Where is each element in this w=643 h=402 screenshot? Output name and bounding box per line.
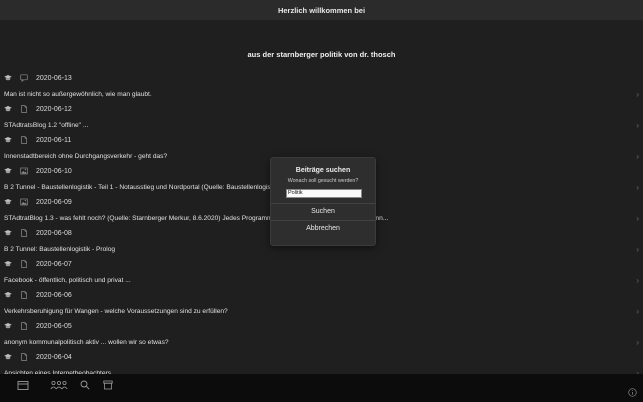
graduation-cap-icon — [4, 75, 12, 81]
entry-title-row[interactable]: STAdtratsBlog 1.2 "offline" ... › — [4, 120, 639, 130]
image-icon — [20, 167, 28, 175]
graduation-cap-icon — [4, 354, 12, 360]
entry-title: STAdtratsBlog 1.2 "offline" ... — [4, 121, 89, 129]
tab-search[interactable] — [76, 379, 94, 391]
entry-date: 2020-06-10 — [36, 167, 72, 175]
archive-icon — [103, 380, 113, 390]
entry-meta: 2020-06-09 — [4, 197, 72, 207]
entry-date: 2020-06-04 — [36, 353, 72, 361]
info-icon[interactable] — [628, 388, 637, 397]
entry-title: B 2 Tunnel: Baustellenlogistik - Prolog — [4, 245, 116, 253]
cancel-button[interactable]: Abbrechen — [271, 225, 375, 232]
entry-title-row[interactable]: anonym kommunalpolitisch aktiv ... wolle… — [4, 337, 639, 347]
graduation-cap-icon — [4, 199, 12, 205]
entry-meta: 2020-06-13 — [4, 73, 72, 83]
chevron-right-icon: › — [636, 337, 639, 347]
list-item[interactable]: 2020-06-07 Facebook - öffentlich, politis… — [0, 256, 643, 287]
blog-subtitle: aus der starnberger politik von dr. thos… — [247, 50, 396, 59]
entry-meta: 2020-06-04 — [4, 352, 72, 362]
chevron-right-icon: › — [636, 89, 639, 99]
document-icon — [21, 229, 27, 237]
entry-title: Verkehrsberuhigung für Wangen - welche V… — [4, 307, 228, 315]
dialog-divider — [271, 203, 375, 204]
entry-title-row[interactable]: Verkehrsberuhigung für Wangen - welche V… — [4, 306, 639, 316]
list-item[interactable]: 2020-06-12 STAdtratsBlog 1.2 "offline" ..… — [0, 101, 643, 132]
list-item[interactable]: 2020-06-05 anonym kommunalpolitisch aktiv… — [0, 318, 643, 349]
entry-title: Facebook - öffentlich, politisch und pri… — [4, 276, 131, 284]
image-icon — [20, 198, 28, 206]
document-icon — [21, 322, 27, 330]
list-item[interactable]: 2020-06-06 Verkehrsberuhigung für Wangen … — [0, 287, 643, 318]
entry-meta: 2020-06-05 — [4, 321, 72, 331]
dialog-divider — [271, 220, 375, 221]
entry-meta: 2020-06-11 — [4, 135, 71, 145]
tab-archive[interactable] — [99, 379, 117, 391]
list-item[interactable]: 2020-06-13 Man ist nicht so außergewöhnli… — [0, 70, 643, 101]
entry-date: 2020-06-13 — [36, 74, 72, 82]
document-icon — [21, 353, 27, 361]
entry-title-row[interactable]: Man ist nicht so außergewöhnlich, wie ma… — [4, 89, 639, 99]
tab-community[interactable] — [48, 379, 70, 391]
entry-title: Man ist nicht so außergewöhnlich, wie ma… — [4, 90, 152, 98]
graduation-cap-icon — [4, 230, 12, 236]
chevron-right-icon: › — [636, 306, 639, 316]
dialog-title: Beiträge suchen — [295, 167, 351, 174]
entry-date: 2020-06-07 — [36, 260, 72, 268]
title-bar: Herzlich willkommen bei — [0, 0, 643, 20]
entry-date: 2020-06-08 — [36, 229, 72, 237]
entry-date: 2020-06-06 — [36, 291, 72, 299]
document-icon — [21, 291, 27, 299]
entry-date: 2020-06-12 — [36, 105, 72, 113]
search-dialog: Beiträge suchen Wonach soll gesucht werd… — [270, 157, 376, 246]
tab-calendar[interactable] — [14, 379, 32, 391]
entry-meta: 2020-06-08 — [4, 228, 72, 238]
chevron-right-icon: › — [636, 182, 639, 192]
graduation-cap-icon — [4, 168, 12, 174]
chevron-right-icon: › — [636, 151, 639, 161]
page-title: Herzlich willkommen bei — [277, 5, 366, 15]
graduation-cap-icon — [4, 292, 12, 298]
entry-title: anonym kommunalpolitisch aktiv ... wolle… — [4, 338, 169, 346]
entry-meta: 2020-06-10 — [4, 166, 72, 176]
search-button[interactable]: Suchen — [271, 208, 375, 215]
entry-date: 2020-06-11 — [36, 136, 72, 144]
list-item[interactable]: 2020-06-04 Ansichten eines Internetbeobac… — [0, 349, 643, 374]
people-icon — [50, 380, 68, 390]
graduation-cap-icon — [4, 323, 12, 329]
entry-date: 2020-06-05 — [36, 322, 72, 330]
entry-title-row[interactable]: Facebook - öffentlich, politisch und pri… — [4, 275, 639, 285]
document-icon — [21, 260, 27, 268]
document-icon — [21, 136, 27, 144]
entry-date: 2020-06-09 — [36, 198, 72, 206]
graduation-cap-icon — [4, 261, 12, 267]
chat-bubble-icon — [20, 74, 28, 82]
chevron-right-icon: › — [636, 244, 639, 254]
graduation-cap-icon — [4, 137, 12, 143]
search-icon — [80, 380, 90, 390]
entry-meta: 2020-06-07 — [4, 259, 72, 269]
chevron-right-icon: › — [636, 213, 639, 223]
document-icon — [21, 105, 27, 113]
chevron-right-icon: › — [636, 120, 639, 130]
entry-meta: 2020-06-06 — [4, 290, 72, 300]
chevron-right-icon: › — [636, 275, 639, 285]
entry-meta: 2020-06-12 — [4, 104, 72, 114]
search-input[interactable] — [286, 189, 362, 198]
tab-bar — [0, 374, 643, 402]
calendar-icon — [17, 381, 29, 390]
graduation-cap-icon — [4, 106, 12, 112]
dialog-message: Wonach soll gesucht werden? — [287, 178, 359, 184]
